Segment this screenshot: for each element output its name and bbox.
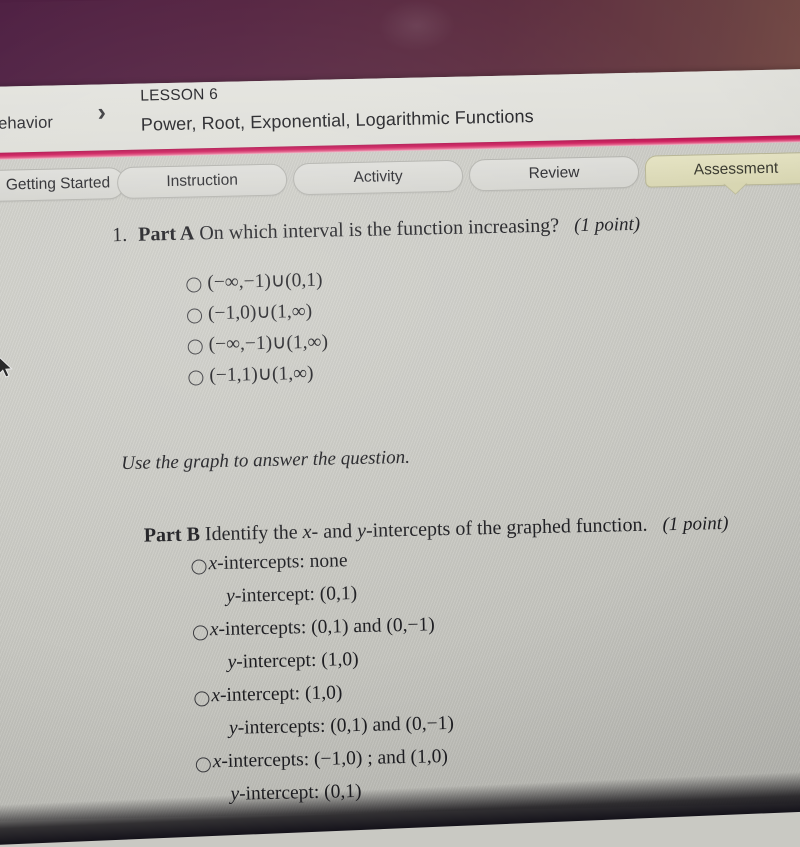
part-a-label: Part A [138, 222, 195, 246]
radio-icon[interactable] [191, 559, 207, 575]
part-b-options: x-intercepts: none y-intercept: (0,1) x-… [191, 550, 454, 818]
part-b-option-3-line2: y-intercepts: (0,1) and (0,−1) [195, 713, 454, 752]
question-number: 1. [112, 223, 128, 247]
tab-getting-started[interactable]: Getting Started [0, 166, 126, 204]
lesson-number: LESSON 6 [140, 85, 219, 105]
part-b-label: Part B [143, 523, 201, 547]
part-b-option-1[interactable]: x-intercepts: none [191, 550, 348, 587]
mouse-pointer-icon [0, 354, 15, 384]
option-text: -intercepts: (0,1) and (0,−1) [237, 712, 455, 739]
part-a-option-1[interactable]: (−∞,−1)∪(0,1) [186, 270, 323, 302]
part-a-prompt-text: On which interval is the function increa… [199, 214, 560, 245]
option-label: x-intercepts: (−1,0) ; and (1,0) [213, 746, 449, 773]
option-label: x-intercept: (1,0) [211, 682, 342, 707]
radio-icon[interactable] [187, 339, 203, 355]
part-b-points: (1 point) [662, 512, 729, 536]
option-sublabel: y-intercept: (1,0) [227, 649, 358, 674]
option-label: (−∞,−1)∪(1,∞) [208, 331, 329, 356]
part-b-prompt-mid: - and [311, 519, 358, 543]
part-b-option-4[interactable]: x-intercepts: (−1,0) ; and (1,0) [195, 746, 448, 785]
part-a-option-2[interactable]: (−1,0)∪(1,∞) [186, 301, 312, 333]
tab-instruction[interactable]: Instruction [116, 163, 288, 200]
part-b-option-3[interactable]: x-intercept: (1,0) [194, 682, 343, 719]
part-b-question: Part B Identify the x- and y-intercepts … [144, 511, 784, 547]
tab-activity[interactable]: Activity [292, 159, 464, 196]
part-b-prompt-pre: Identify the [204, 521, 303, 546]
part-a-option-4[interactable]: (−1,1)∪(1,∞) [188, 363, 314, 395]
option-text: -intercept: (1,0) [219, 682, 343, 707]
option-text: -intercept: (0,1) [234, 583, 358, 607]
option-sublabel: y-intercept: (0,1) [226, 583, 357, 608]
option-text: -intercepts: (−1,0) ; and (1,0) [221, 746, 449, 772]
part-a-prompt: Part A On which interval is the function… [138, 213, 640, 247]
part-b-option-1-line2: y-intercept: (0,1) [192, 583, 357, 620]
use-graph-instruction: Use the graph to answer the question. [121, 446, 411, 475]
lesson-title: Power, Root, Exponential, Logarithmic Fu… [140, 105, 534, 135]
tab-review[interactable]: Review [468, 155, 640, 192]
radio-icon[interactable] [188, 370, 204, 386]
option-text: -intercept: (1,0) [236, 648, 359, 673]
part-b-prompt-post: -intercepts of the graphed function. [365, 513, 648, 542]
radio-icon[interactable] [186, 277, 202, 293]
option-sublabel: y-intercepts: (0,1) and (0,−1) [229, 713, 454, 740]
part-a-question: 1. Part A On which interval is the funct… [112, 210, 772, 247]
option-label: (−1,1)∪(1,∞) [209, 362, 314, 387]
assessment-content: 1. Part A On which interval is the funct… [0, 195, 800, 821]
radio-icon[interactable] [195, 757, 212, 773]
option-label: x-intercepts: none [208, 550, 348, 575]
part-b-option-2-line2: y-intercept: (1,0) [193, 649, 358, 686]
screen-photo: T 3 ph Behavior › LESSON 6 Power, Root, … [0, 0, 800, 847]
part-b-var-x: x [302, 520, 312, 544]
radio-icon[interactable] [192, 625, 209, 641]
option-label: (−∞,−1)∪(0,1) [207, 269, 323, 294]
part-a-option-3[interactable]: (−∞,−1)∪(1,∞) [187, 332, 328, 364]
part-b-option-2[interactable]: x-intercepts: (0,1) and (0,−1) [192, 614, 435, 653]
part-a-options: (−∞,−1)∪(0,1) (−1,0)∪(1,∞) (−∞,−1)∪(1,∞)… [186, 270, 328, 395]
chevron-right-icon: › [97, 98, 107, 127]
part-a-points: (1 point) [573, 213, 641, 237]
option-label: x-intercepts: (0,1) and (0,−1) [210, 614, 435, 641]
option-text: -intercepts: none [216, 550, 348, 575]
option-label: (−1,0)∪(1,∞) [207, 300, 313, 325]
part-b-prompt: Part B Identify the x- and y-intercepts … [144, 512, 729, 548]
radio-icon[interactable] [194, 691, 210, 707]
active-tab-pointer-icon [723, 182, 748, 194]
screen-glare [377, 0, 457, 53]
option-text: -intercepts: (0,1) and (0,−1) [218, 614, 435, 641]
radio-icon[interactable] [186, 308, 203, 324]
lesson-title-block: LESSON 6 Power, Root, Exponential, Logar… [140, 80, 534, 135]
